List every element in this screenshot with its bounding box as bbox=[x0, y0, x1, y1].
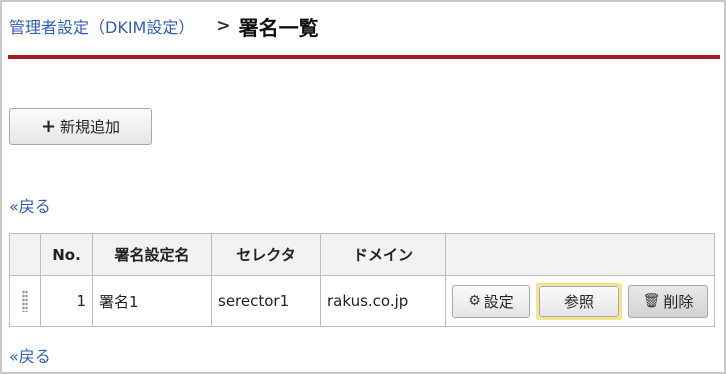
add-new-button[interactable]: + 新規追加 bbox=[9, 108, 152, 145]
trash-icon: 🗑 bbox=[642, 293, 661, 309]
add-new-label: 新規追加 bbox=[60, 118, 121, 136]
row-actions: ⚙ 設定 参照 🗑 削除 bbox=[445, 275, 715, 327]
header-actions bbox=[445, 233, 715, 276]
page-header: 管理者設定（DKIM設定） > 署名一覧 bbox=[9, 10, 319, 42]
setting-label: 設定 bbox=[483, 292, 514, 311]
delete-label: 削除 bbox=[663, 292, 694, 311]
view-button-highlight: 参照 bbox=[536, 282, 623, 320]
table-header-row: No. 署名設定名 セレクタ ドメイン bbox=[9, 233, 715, 276]
plus-icon: + bbox=[40, 116, 57, 137]
page-title: 署名一覧 bbox=[238, 15, 319, 40]
view-label: 参照 bbox=[564, 292, 595, 311]
row-selector: serector1 bbox=[211, 275, 321, 327]
header-no: No. bbox=[40, 233, 93, 276]
view-button[interactable]: 参照 bbox=[539, 285, 620, 317]
breadcrumb-parent-link[interactable]: 管理者設定（DKIM設定） bbox=[9, 14, 194, 38]
row-domain: rakus.co.jp bbox=[320, 275, 446, 327]
signature-table: No. 署名設定名 セレクタ ドメイン 1 署名1 serector1 raku… bbox=[9, 233, 715, 327]
header-handle bbox=[9, 233, 41, 276]
header-domain: ドメイン bbox=[320, 233, 446, 276]
header-signature-name: 署名設定名 bbox=[92, 233, 212, 276]
row-signature-name: 署名1 bbox=[92, 275, 212, 327]
gear-icon: ⚙ bbox=[468, 293, 481, 309]
delete-button[interactable]: 🗑 削除 bbox=[628, 284, 708, 318]
header-selector: セレクタ bbox=[211, 233, 321, 276]
drag-handle-icon bbox=[22, 290, 28, 312]
breadcrumb-separator: > bbox=[216, 16, 231, 36]
back-link-bottom[interactable]: «戻る bbox=[9, 343, 51, 367]
table-row: 1 署名1 serector1 rakus.co.jp ⚙ 設定 参照 🗑 削除 bbox=[9, 275, 715, 327]
back-link-top[interactable]: «戻る bbox=[9, 193, 51, 217]
setting-button[interactable]: ⚙ 設定 bbox=[452, 284, 531, 318]
header-divider bbox=[8, 55, 720, 59]
drag-handle[interactable] bbox=[9, 275, 41, 327]
row-no: 1 bbox=[40, 275, 93, 327]
